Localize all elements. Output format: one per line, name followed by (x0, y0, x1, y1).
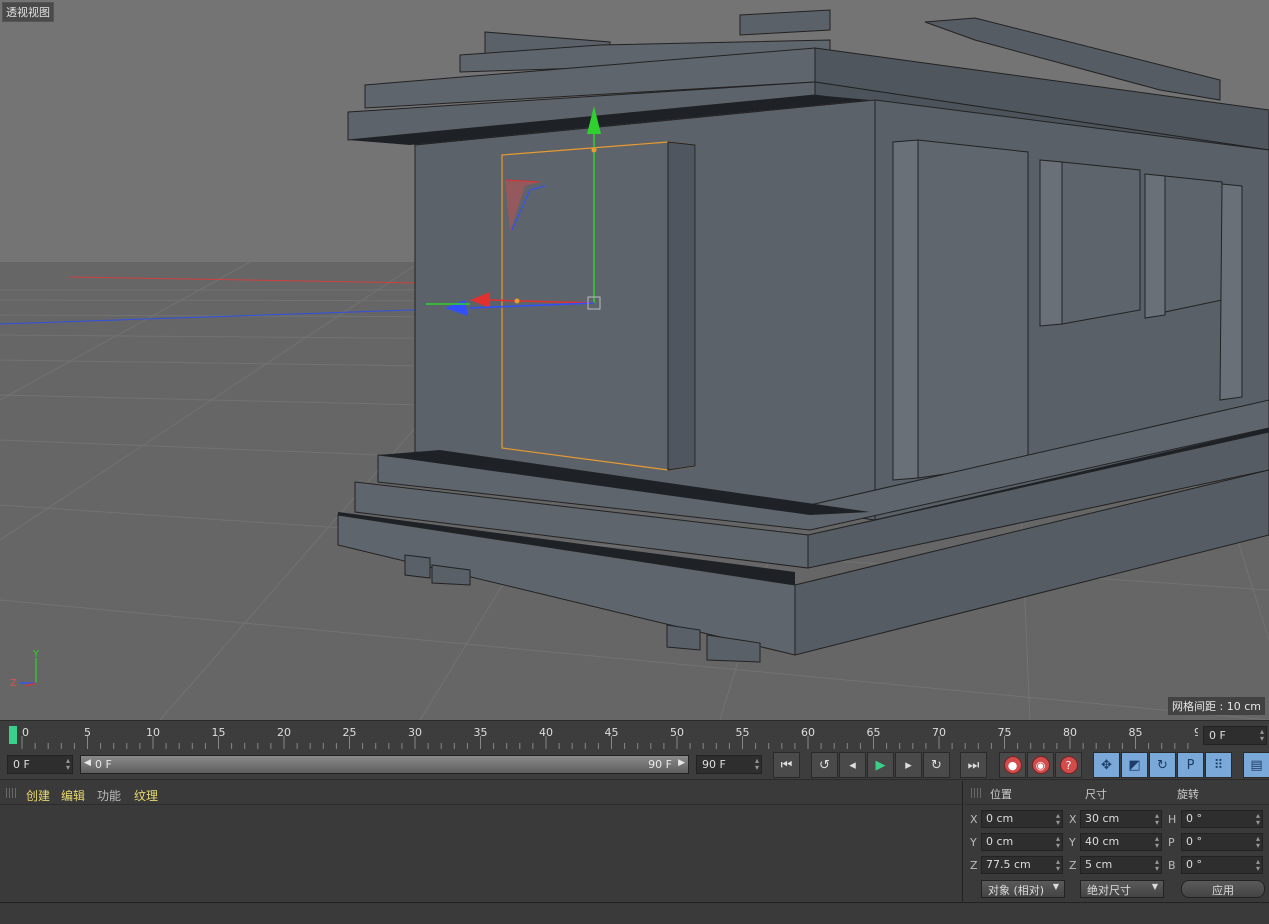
start-frame-field[interactable]: 0 F ▴ ▾ (7, 755, 73, 774)
record-icon[interactable]: ● (999, 752, 1026, 778)
coords-grip-icon[interactable] (971, 788, 981, 798)
ruler-tick-label: 45 (605, 726, 619, 739)
next-key-icon[interactable]: ↻ (923, 752, 950, 778)
step-back-icon[interactable]: ◂ (839, 752, 866, 778)
viewport-title[interactable]: 透视视图 (2, 2, 54, 22)
perspective-viewport[interactable]: Y Z 透视视图 网格间距 : 10 cm (0, 0, 1269, 720)
keyframe-help-icon[interactable]: ? (1055, 752, 1082, 778)
pos-axis-label: Y (970, 836, 977, 849)
spin-arrows-icon[interactable]: ▴ ▾ (1256, 812, 1260, 827)
film-icon[interactable]: ▤ (1243, 752, 1269, 778)
end-frame-field[interactable]: 90 F ▴ ▾ (696, 755, 762, 774)
spin-arrows-icon[interactable]: ▴ ▾ (1155, 835, 1159, 850)
step-forward-icon[interactable]: ▸ (895, 752, 922, 778)
menu-edit[interactable]: 编辑 (61, 787, 85, 804)
current-frame-field[interactable]: 0 F ▴ ▾ (1203, 726, 1267, 745)
apply-button[interactable]: 应用 (1181, 880, 1265, 898)
position-field[interactable]: 77.5 cm ▴ ▾ (981, 856, 1063, 874)
ruler-tick-label: 35 (474, 726, 488, 739)
rot-axis-label: P (1168, 836, 1175, 849)
size-field[interactable]: 40 cm ▴ ▾ (1080, 833, 1162, 851)
pos-axis-label: Z (970, 859, 978, 872)
ruler-tick-label: 30 (408, 726, 422, 739)
rot-axis-label: B (1168, 859, 1176, 872)
position-field[interactable]: 0 cm ▴ ▾ (981, 833, 1063, 851)
rotation-field[interactable]: 0 ° ▴ ▾ (1181, 833, 1263, 851)
rotate-key-icon[interactable]: ↻ (1149, 752, 1176, 778)
status-bar (0, 902, 1269, 924)
coords-header: 位置 尺寸 旋转 (965, 781, 1269, 805)
rot-axis-label: H (1168, 813, 1177, 826)
header-rotation: 旋转 (1177, 788, 1199, 801)
header-size: 尺寸 (1085, 788, 1107, 801)
point-level-icon[interactable]: ⠿ (1205, 752, 1232, 778)
menu-texture[interactable]: 纹理 (134, 787, 158, 804)
rotation-field[interactable]: 0 ° ▴ ▾ (1181, 856, 1263, 874)
viewport-scene: Y Z (0, 0, 1269, 720)
frame-range-slider[interactable]: ◀ 0 F 90 F ▶ (80, 755, 689, 774)
menu-function[interactable]: 功能 (97, 787, 121, 804)
slider-left-label: 0 F (95, 758, 112, 771)
materials-panel: 创建 编辑 功能 纹理 (0, 781, 963, 902)
rotation-field[interactable]: 0 ° ▴ ▾ (1181, 810, 1263, 828)
position-field[interactable]: 0 cm ▴ ▾ (981, 810, 1063, 828)
header-position: 位置 (990, 788, 1012, 801)
autokey-icon[interactable]: ◉ (1027, 752, 1054, 778)
spin-arrows-icon[interactable]: ▴ ▾ (1256, 835, 1260, 850)
goto-end-icon[interactable]: ⏭ (960, 752, 987, 778)
grid-spacing-readout: 网格间距 : 10 cm (1168, 697, 1265, 715)
spin-arrows-icon[interactable]: ▴ ▾ (1256, 858, 1260, 873)
goto-start-icon[interactable]: ⏮ (773, 752, 800, 778)
ruler-tick-label: 90 (1194, 726, 1198, 739)
ruler-tick-label: 40 (539, 726, 553, 739)
ruler-tick-label: 75 (998, 726, 1012, 739)
menu-create[interactable]: 创建 (26, 787, 50, 804)
slider-right-label: 90 F (648, 758, 672, 771)
spin-arrows-icon[interactable]: ▴ ▾ (1155, 858, 1159, 873)
materials-menu-bar: 创建 编辑 功能 纹理 (0, 781, 962, 805)
spin-arrows-icon[interactable]: ▴ ▾ (1056, 858, 1060, 873)
size-axis-label: Y (1069, 836, 1076, 849)
spin-arrows-icon[interactable]: ▴ ▾ (1056, 812, 1060, 827)
ruler-tick-label: 55 (736, 726, 750, 739)
slider-right-arrow-icon[interactable]: ▶ (678, 758, 685, 768)
ruler-tick-label: 20 (277, 726, 291, 739)
ruler-tick-label: 5 (84, 726, 91, 739)
ruler-tick-label: 15 (212, 726, 226, 739)
panel-grip-icon[interactable] (6, 788, 16, 798)
ruler-ticks[interactable]: 0 5 10 15 20 25 30 35 40 45 50 55 60 65 70 75 80 85 90 (8, 723, 1198, 749)
axis-z-label: Z (10, 678, 17, 689)
play-icon[interactable]: ▶ (867, 752, 894, 778)
param-key-icon[interactable]: P (1177, 752, 1204, 778)
ruler-tick-label: 85 (1129, 726, 1143, 739)
ruler-tick-label: 50 (670, 726, 684, 739)
size-axis-label: Z (1069, 859, 1077, 872)
scale-key-icon[interactable]: ◩ (1121, 752, 1148, 778)
ruler-tick-label: 25 (343, 726, 357, 739)
prev-key-icon[interactable]: ↺ (811, 752, 838, 778)
slider-left-arrow-icon[interactable]: ◀ (84, 758, 91, 768)
pos-axis-label: X (970, 813, 978, 826)
spin-arrows-icon[interactable]: ▴ ▾ (1155, 812, 1159, 827)
timeline-ruler[interactable]: 0 5 10 15 20 25 30 35 40 45 50 55 60 65 70 75 80 85 90 0 F… (0, 720, 1269, 750)
size-field[interactable]: 5 cm ▴ ▾ (1080, 856, 1162, 874)
ruler-tick-label: 60 (801, 726, 815, 739)
size-field[interactable]: 30 cm ▴ ▾ (1080, 810, 1162, 828)
playhead[interactable] (9, 726, 17, 744)
spin-arrows-icon[interactable]: ▴ ▾ (1056, 835, 1060, 850)
size-mode-dropdown[interactable]: 绝对尺寸 ▼ (1080, 880, 1164, 898)
ruler-tick-label: 0 (22, 726, 29, 739)
ruler-tick-label: 70 (932, 726, 946, 739)
ruler-tick-label: 80 (1063, 726, 1077, 739)
coord-mode-dropdown[interactable]: 对象 (相对) ▼ (981, 880, 1065, 898)
ruler-tick-label: 10 (146, 726, 160, 739)
axis-y-label: Y (32, 649, 40, 660)
size-axis-label: X (1069, 813, 1077, 826)
move-key-icon[interactable]: ✥ (1093, 752, 1120, 778)
ruler-tick-label: 65 (867, 726, 881, 739)
